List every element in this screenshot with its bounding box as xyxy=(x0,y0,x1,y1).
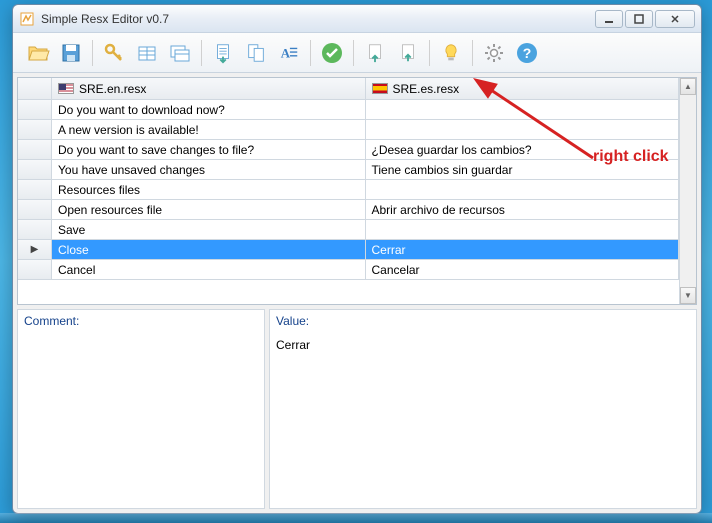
maximize-button[interactable] xyxy=(625,10,653,28)
column-label: SRE.es.resx xyxy=(393,82,460,96)
table-row[interactable]: ▶CloseCerrar xyxy=(18,240,679,260)
table-row[interactable]: CancelCancelar xyxy=(18,260,679,280)
cell-es[interactable]: Cancelar xyxy=(366,260,680,279)
grid-container: SRE.en.resx SRE.es.resx Do you want to d… xyxy=(17,77,697,305)
table-row[interactable]: Resources files xyxy=(18,180,679,200)
key-button[interactable] xyxy=(99,38,129,68)
row-header[interactable] xyxy=(18,140,52,159)
row-header[interactable] xyxy=(18,220,52,239)
cell-en[interactable]: Do you want to download now? xyxy=(52,100,366,119)
separator xyxy=(310,40,311,66)
scroll-down-button[interactable]: ▼ xyxy=(680,287,696,304)
us-flag-icon xyxy=(58,83,74,94)
app-window: Simple Resx Editor v0.7 xyxy=(12,4,702,514)
table-row[interactable]: Do you want to save changes to file?¿Des… xyxy=(18,140,679,160)
bottom-panes: Comment: Value: xyxy=(17,309,697,509)
scroll-track[interactable] xyxy=(680,95,696,287)
window-controls xyxy=(595,10,695,28)
doc-import-button[interactable] xyxy=(360,38,390,68)
row-header[interactable] xyxy=(18,180,52,199)
cell-en[interactable]: A new version is available! xyxy=(52,120,366,139)
doc-down-button[interactable] xyxy=(208,38,238,68)
table-row[interactable]: Do you want to download now? xyxy=(18,100,679,120)
row-header[interactable] xyxy=(18,160,52,179)
table-row[interactable]: Save xyxy=(18,220,679,240)
corner-cell[interactable] xyxy=(18,78,52,99)
data-grid[interactable]: SRE.en.resx SRE.es.resx Do you want to d… xyxy=(18,78,679,304)
value-label: Value: xyxy=(270,310,696,332)
minimize-button[interactable] xyxy=(595,10,623,28)
check-button[interactable] xyxy=(317,38,347,68)
column-header-es[interactable]: SRE.es.resx xyxy=(366,78,680,99)
separator xyxy=(92,40,93,66)
doc-multi-button[interactable] xyxy=(241,38,271,68)
scroll-up-button[interactable]: ▲ xyxy=(680,78,696,95)
svg-text:A: A xyxy=(281,46,291,60)
vertical-scrollbar[interactable]: ▲ ▼ xyxy=(679,78,696,304)
separator xyxy=(429,40,430,66)
grid-button[interactable] xyxy=(132,38,162,68)
value-pane: Value: xyxy=(269,309,697,509)
cell-es[interactable] xyxy=(366,180,680,199)
value-textarea[interactable] xyxy=(270,332,696,508)
cell-es[interactable]: Abrir archivo de recursos xyxy=(366,200,680,219)
idea-button[interactable] xyxy=(436,38,466,68)
cell-es[interactable] xyxy=(366,120,680,139)
row-header[interactable] xyxy=(18,120,52,139)
annotation-label: right click xyxy=(593,148,669,166)
cell-en[interactable]: Open resources file xyxy=(52,200,366,219)
svg-text:?: ? xyxy=(523,45,532,61)
row-header[interactable] xyxy=(18,260,52,279)
cell-en[interactable]: Cancel xyxy=(52,260,366,279)
settings-button[interactable] xyxy=(479,38,509,68)
app-icon xyxy=(19,11,35,27)
separator xyxy=(472,40,473,66)
toolbar: A ? xyxy=(13,33,701,73)
window-title: Simple Resx Editor v0.7 xyxy=(41,12,595,26)
row-header[interactable] xyxy=(18,100,52,119)
doc-export-button[interactable] xyxy=(393,38,423,68)
row-header[interactable] xyxy=(18,200,52,219)
grid2-button[interactable] xyxy=(165,38,195,68)
separator xyxy=(201,40,202,66)
help-button[interactable]: ? xyxy=(512,38,542,68)
cell-es[interactable] xyxy=(366,220,680,239)
table-row[interactable]: A new version is available! xyxy=(18,120,679,140)
grid-header: SRE.en.resx SRE.es.resx xyxy=(18,78,679,100)
cell-en[interactable]: Close xyxy=(52,240,366,259)
es-flag-icon xyxy=(372,83,388,94)
content-area: right click SRE.en.resx SRE.es.resx Do y… xyxy=(13,73,701,513)
row-header[interactable]: ▶ xyxy=(18,240,52,259)
column-header-en[interactable]: SRE.en.resx xyxy=(52,78,366,99)
cell-en[interactable]: You have unsaved changes xyxy=(52,160,366,179)
table-row[interactable]: Open resources fileAbrir archivo de recu… xyxy=(18,200,679,220)
separator xyxy=(353,40,354,66)
save-button[interactable] xyxy=(56,38,86,68)
text-format-button[interactable]: A xyxy=(274,38,304,68)
comment-pane: Comment: xyxy=(17,309,265,509)
cell-es[interactable]: Cerrar xyxy=(366,240,680,259)
cell-en[interactable]: Save xyxy=(52,220,366,239)
comment-textarea[interactable] xyxy=(18,332,264,508)
titlebar[interactable]: Simple Resx Editor v0.7 xyxy=(13,5,701,33)
cell-es[interactable] xyxy=(366,100,680,119)
column-label: SRE.en.resx xyxy=(79,82,146,96)
close-button[interactable] xyxy=(655,10,695,28)
grid-body: Do you want to download now?A new versio… xyxy=(18,100,679,280)
comment-label: Comment: xyxy=(18,310,264,332)
open-button[interactable] xyxy=(23,38,53,68)
cell-en[interactable]: Resources files xyxy=(52,180,366,199)
cell-en[interactable]: Do you want to save changes to file? xyxy=(52,140,366,159)
table-row[interactable]: You have unsaved changesTiene cambios si… xyxy=(18,160,679,180)
taskbar-glimpse xyxy=(0,513,712,523)
